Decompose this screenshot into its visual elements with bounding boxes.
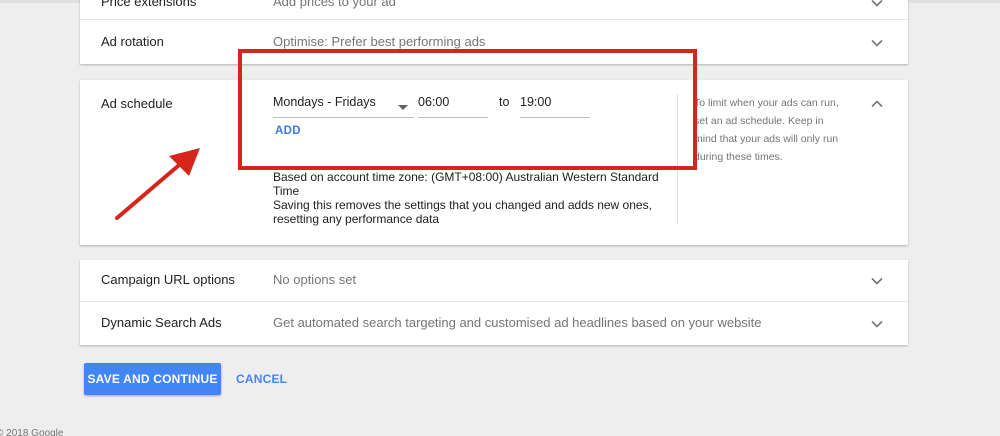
- ad-schedule-label: Ad schedule: [101, 96, 173, 111]
- save-warning-note: Saving this removes the settings that yo…: [273, 198, 652, 226]
- copyright-footer: © 2018 Google: [0, 428, 64, 436]
- chevron-down-icon[interactable]: [870, 0, 884, 10]
- row-price-extensions[interactable]: Price extensions Add prices to your ad: [80, 0, 908, 20]
- row-campaign-url-options[interactable]: Campaign URL options No options set: [80, 260, 908, 302]
- row-label: Ad rotation: [101, 34, 164, 49]
- chevron-up-icon[interactable]: [870, 97, 884, 116]
- annotation-highlight-box: [238, 49, 697, 170]
- row-label: Dynamic Search Ads: [101, 315, 222, 330]
- chevron-down-icon[interactable]: [870, 317, 884, 331]
- settings-panel-bottom: Campaign URL options No options set Dyna…: [80, 260, 908, 345]
- row-value: Add prices to your ad: [273, 0, 396, 9]
- cancel-button[interactable]: CANCEL: [236, 372, 287, 386]
- save-and-continue-button[interactable]: SAVE AND CONTINUE: [84, 363, 221, 395]
- row-dynamic-search-ads[interactable]: Dynamic Search Ads Get automated search …: [80, 303, 908, 345]
- row-label: Price extensions: [101, 0, 197, 9]
- chevron-down-icon[interactable]: [870, 274, 884, 288]
- row-value: Optimise: Prefer best performing ads: [273, 34, 486, 49]
- row-value: Get automated search targeting and custo…: [273, 315, 762, 330]
- schedule-notes: Based on account time zone: (GMT+08:00) …: [273, 170, 673, 226]
- help-text: To limit when your ads can run, set an a…: [694, 97, 839, 163]
- annotation-arrow-icon: [105, 140, 205, 230]
- timezone-note: Based on account time zone: (GMT+08:00) …: [273, 170, 659, 198]
- chevron-down-icon[interactable]: [870, 36, 884, 50]
- row-label: Campaign URL options: [101, 272, 235, 287]
- row-value: No options set: [273, 272, 357, 287]
